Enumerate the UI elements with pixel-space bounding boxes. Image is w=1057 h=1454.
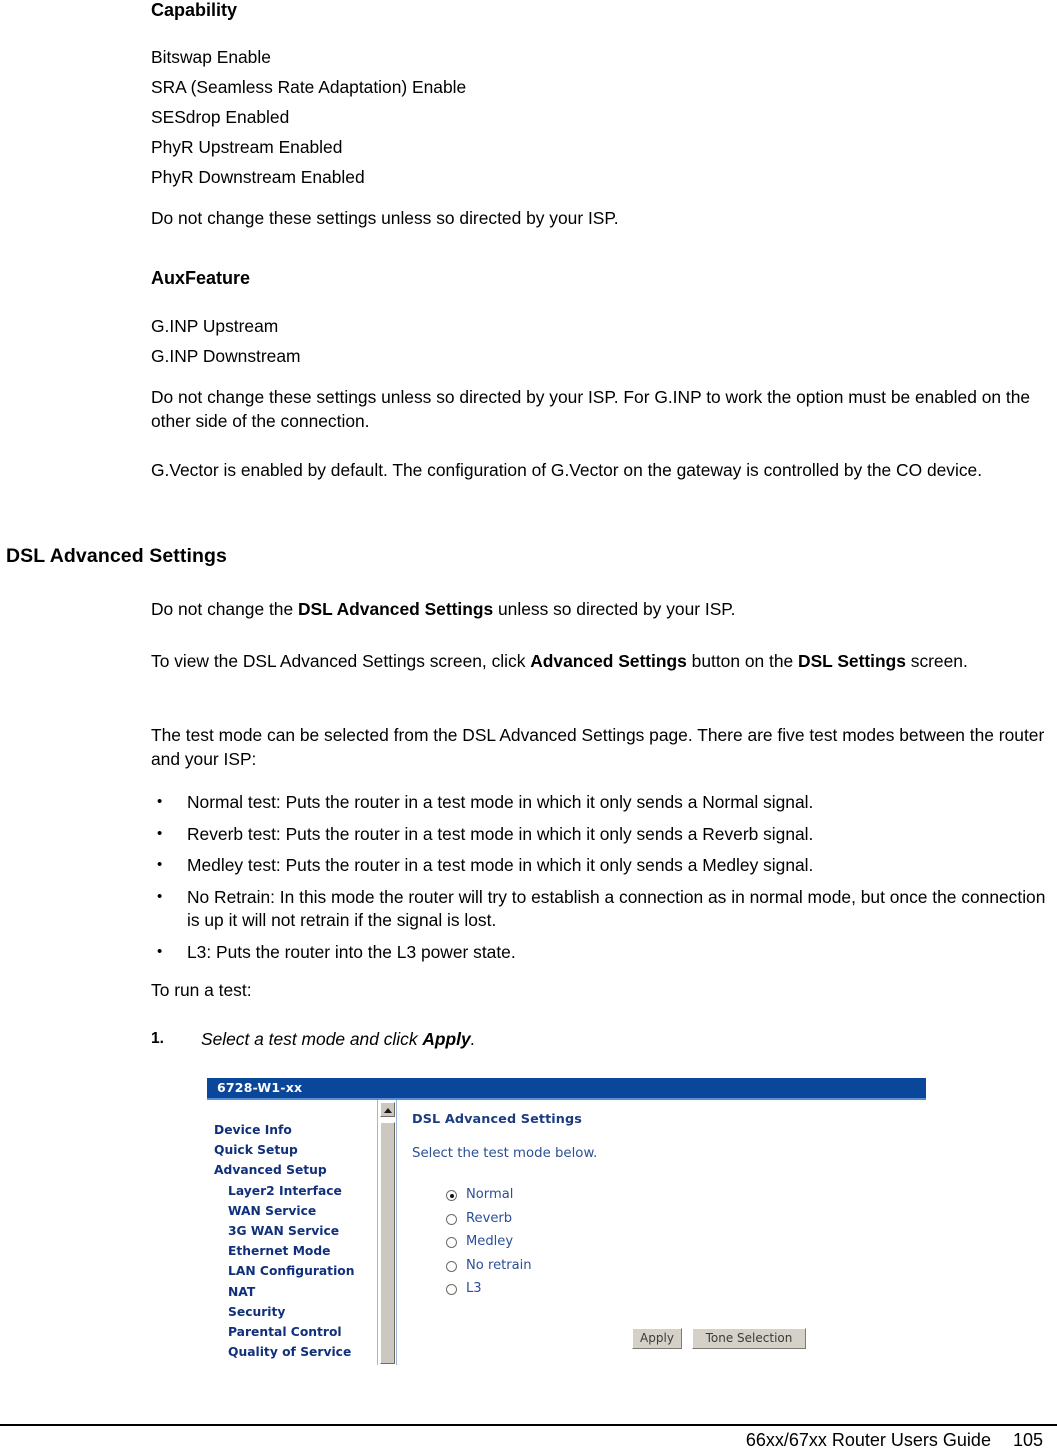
panel-heading: DSL Advanced Settings <box>412 1112 582 1127</box>
list-item: No Retrain: In this mode the router will… <box>151 885 1046 933</box>
test-modes-list: Normal test: Puts the router in a test m… <box>151 790 1046 972</box>
capability-line-3: SESdrop Enabled <box>151 107 290 127</box>
radio-option-normal[interactable]: Normal <box>446 1187 912 1211</box>
step-text-c: . <box>470 1029 476 1049</box>
sidebar-item-nat[interactable]: NAT <box>214 1282 374 1302</box>
tone-selection-button[interactable]: Tone Selection <box>692 1328 806 1349</box>
sidebar-item-parental-control[interactable]: Parental Control <box>214 1322 374 1342</box>
auxfeature-note-2: G.Vector is enabled by default. The conf… <box>151 460 983 480</box>
radio-unselected-icon <box>446 1213 457 1225</box>
document-page: Capability Bitswap Enable SRA (Seamless … <box>0 0 1057 1454</box>
router-ui-screenshot: 6728-W1-xx Device Info Quick Setup Advan… <box>207 1078 926 1365</box>
page-title: DSL Advanced Settings <box>6 545 227 567</box>
radio-unselected-icon <box>446 1237 457 1248</box>
list-item: Medley test: Puts the router in a test m… <box>151 853 1046 878</box>
auxfeature-line-2: G.INP Downstream <box>151 346 301 366</box>
auxfeature-line-1: G.INP Upstream <box>151 316 279 336</box>
numbered-step-1: 1. Select a test mode and click Apply. <box>151 1027 476 1051</box>
dsl-paragraph-2: To view the DSL Advanced Settings screen… <box>151 649 1056 673</box>
vertical-scrollbar[interactable] <box>377 1100 397 1365</box>
dsl-paragraph-1: Do not change the DSL Advanced Settings … <box>151 597 1031 621</box>
test-mode-radio-group: Normal Reverb Medley No retrain L3 <box>446 1187 912 1305</box>
panel-button-row: Apply Tone Selection <box>632 1327 806 1349</box>
radio-label-medley: Medley <box>466 1234 514 1249</box>
capability-line-2: SRA (Seamless Rate Adaptation) Enable <box>151 77 467 97</box>
radio-label-reverb: Reverb <box>466 1210 513 1226</box>
auxfeature-note-1: Do not change these settings unless so d… <box>151 387 1031 431</box>
capability-line-5: PhyR Downstream Enabled <box>151 167 365 187</box>
panel-instruction: Select the test mode below. <box>412 1146 598 1161</box>
sidebar-item-ethernet-mode[interactable]: Ethernet Mode <box>214 1241 374 1261</box>
list-item: Reverb test: Puts the router in a test m… <box>151 822 1046 847</box>
radio-label-no-retrain: No retrain <box>466 1257 532 1273</box>
router-content-panel: DSL Advanced Settings Select the test mo… <box>412 1112 912 1305</box>
dsl-p1-text-a: Do not change the <box>151 599 298 619</box>
sidebar-item-3g-wan-service[interactable]: 3G WAN Service <box>214 1221 374 1241</box>
router-model-label: 6728-W1-xx <box>217 1080 303 1095</box>
footer-guide-title: 66xx/67xx Router Users Guide <box>745 1430 991 1450</box>
footer-divider <box>0 1424 1057 1426</box>
sidebar-item-wan-service[interactable]: WAN Service <box>214 1201 374 1221</box>
capability-note: Do not change these settings unless so d… <box>151 208 619 228</box>
radio-unselected-icon <box>446 1260 457 1272</box>
sidebar-item-layer2-interface[interactable]: Layer2 Interface <box>214 1181 374 1201</box>
dsl-p2-bold-2: DSL Settings <box>798 651 906 671</box>
capability-line-4: PhyR Upstream Enabled <box>151 137 343 157</box>
apply-button[interactable]: Apply <box>632 1328 682 1349</box>
sidebar-item-quick-setup[interactable]: Quick Setup <box>214 1140 374 1160</box>
section-heading-auxfeature: AuxFeature <box>151 268 251 288</box>
footer: 66xx/67xx Router Users Guide 105 <box>746 1430 1043 1451</box>
dsl-p2-text-c: button on the <box>686 651 799 671</box>
page-number: 105 <box>1012 1430 1043 1450</box>
radio-option-medley[interactable]: Medley <box>446 1234 912 1258</box>
dsl-p2-bold-1: Advanced Settings <box>530 651 687 671</box>
sidebar-item-advanced-setup[interactable]: Advanced Setup <box>214 1160 374 1180</box>
step-text-bold: Apply <box>422 1029 471 1049</box>
dsl-paragraph-3: The test mode can be selected from the D… <box>151 725 1045 769</box>
router-sidebar-nav: Device Info Quick Setup Advanced Setup L… <box>214 1120 374 1362</box>
dsl-p2-text-e: screen. <box>905 651 968 671</box>
dsl-p1-text-c: unless so directed by your ISP. <box>493 599 736 619</box>
radio-option-reverb[interactable]: Reverb <box>446 1211 912 1235</box>
radio-label-l3: L3 <box>466 1281 482 1296</box>
list-item: L3: Puts the router into the L3 power st… <box>151 940 1046 965</box>
list-item: Normal test: Puts the router in a test m… <box>151 790 1046 815</box>
radio-label-normal: Normal <box>466 1187 514 1202</box>
dsl-p2-text-a: To view the DSL Advanced Settings screen… <box>151 651 531 671</box>
sidebar-item-device-info[interactable]: Device Info <box>214 1120 374 1140</box>
radio-unselected-icon <box>446 1284 457 1295</box>
radio-option-l3[interactable]: L3 <box>446 1281 912 1305</box>
scroll-up-arrow-icon[interactable] <box>380 1102 395 1117</box>
step-text-a: Select a test mode and click <box>201 1029 423 1049</box>
run-test-lead: To run a test: <box>151 980 252 1000</box>
capability-line-1: Bitswap Enable <box>151 47 271 67</box>
sidebar-item-lan-configuration[interactable]: LAN Configuration <box>214 1261 374 1281</box>
triangle-up-icon <box>384 1108 392 1113</box>
step-number: 1. <box>151 1030 164 1047</box>
radio-selected-icon <box>446 1190 457 1201</box>
scrollbar-thumb[interactable] <box>380 1122 395 1364</box>
radio-option-no-retrain[interactable]: No retrain <box>446 1258 912 1282</box>
sidebar-item-quality-of-service[interactable]: Quality of Service <box>214 1342 374 1362</box>
router-title-bar: 6728-W1-xx <box>207 1078 926 1100</box>
sidebar-item-security[interactable]: Security <box>214 1302 374 1322</box>
section-heading-capability: Capability <box>151 0 238 20</box>
dsl-p1-bold: DSL Advanced Settings <box>297 599 494 619</box>
